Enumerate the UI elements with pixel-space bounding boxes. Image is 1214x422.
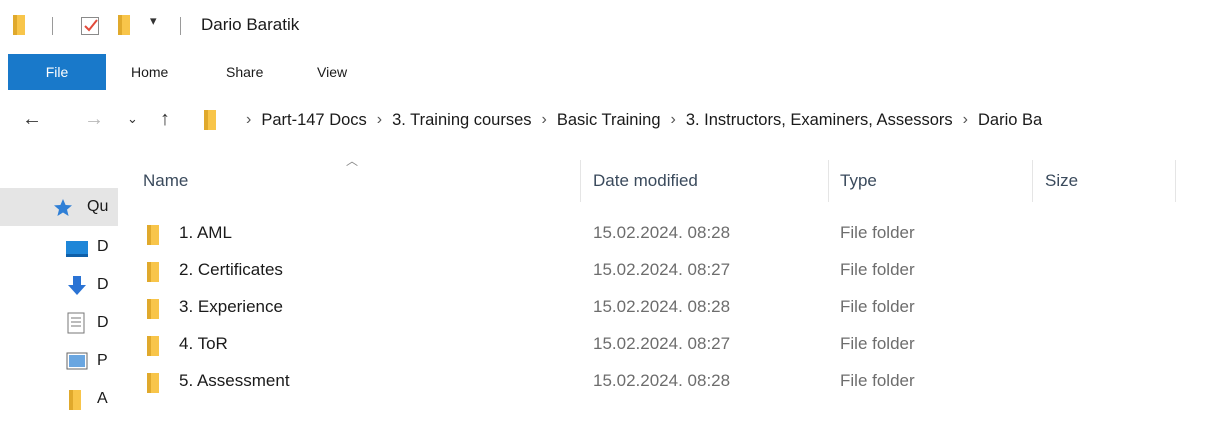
breadcrumb-instructors[interactable]: 3. Instructors, Examiners, Assessors <box>686 111 953 130</box>
breadcrumb-chevron-icon[interactable]: › <box>542 111 547 129</box>
folder-icon <box>147 299 159 319</box>
nav-item-pictures[interactable]: P <box>0 342 118 380</box>
file-name[interactable]: 2. Certificates <box>179 260 283 280</box>
nav-item-label: D <box>97 314 109 331</box>
forward-button[interactable]: → <box>84 108 104 131</box>
column-header-size[interactable]: Size <box>1045 160 1078 202</box>
nav-item-label: A <box>97 390 108 407</box>
star-icon <box>54 199 72 216</box>
title-bar: ▾ Dario Baratik <box>0 0 1214 52</box>
file-date: 15.02.2024. 08:27 <box>593 260 731 279</box>
nav-item-label: D <box>97 276 109 293</box>
column-divider[interactable] <box>1032 160 1033 202</box>
column-divider[interactable] <box>1175 160 1176 202</box>
file-row[interactable]: 1. AML 15.02.2024. 08:28 File folder <box>118 216 1214 253</box>
file-row[interactable]: 5. Assessment 15.02.2024. 08:28 File fol… <box>118 364 1214 401</box>
breadcrumb-chevron-icon[interactable]: › <box>963 111 968 129</box>
tab-file[interactable]: File <box>8 54 106 90</box>
separator <box>180 17 181 35</box>
file-type: File folder <box>840 260 915 279</box>
folder-icon <box>147 225 159 245</box>
column-divider[interactable] <box>580 160 581 202</box>
folder-icon <box>147 373 159 393</box>
file-name[interactable]: 1. AML <box>179 223 232 243</box>
folder-icon <box>147 336 159 356</box>
folder-icon <box>204 110 216 130</box>
file-date: 15.02.2024. 08:28 <box>593 371 731 390</box>
file-row[interactable]: 3. Experience 15.02.2024. 08:28 File fol… <box>118 290 1214 327</box>
up-button[interactable]: ↑ <box>160 108 170 131</box>
nav-item-quick-access[interactable]: Qu <box>0 188 118 226</box>
file-row[interactable]: 2. Certificates 15.02.2024. 08:27 File f… <box>118 253 1214 290</box>
customize-toolbar-dropdown-icon[interactable]: ▾ <box>150 13 157 29</box>
nav-item-label: Qu <box>87 198 109 215</box>
ribbon-tabs: File Home Share View <box>0 54 1214 90</box>
file-type: File folder <box>840 334 915 353</box>
new-folder-icon[interactable] <box>117 14 133 36</box>
file-date: 15.02.2024. 08:28 <box>593 297 731 316</box>
folder-icon <box>13 15 25 35</box>
breadcrumb-dario-baratik[interactable]: Dario Ba <box>978 111 1042 130</box>
file-name[interactable]: 4. ToR <box>179 334 228 354</box>
navigation-bar: ← → ⌄ ↑ › Part-147 Docs › 3. Training co… <box>0 100 1214 140</box>
file-type: File folder <box>840 371 915 390</box>
file-date: 15.02.2024. 08:27 <box>593 334 731 353</box>
properties-checkbox-icon[interactable] <box>80 14 102 36</box>
column-header-date-modified[interactable]: Date modified <box>593 160 698 202</box>
document-icon <box>67 312 85 334</box>
nav-item-downloads[interactable]: D <box>0 266 118 304</box>
download-icon <box>68 276 86 295</box>
nav-item-folder[interactable]: A <box>0 380 118 418</box>
breadcrumb-chevron-icon[interactable]: › <box>671 111 676 129</box>
file-type: File folder <box>840 297 915 316</box>
column-header-name[interactable]: Name <box>143 160 188 202</box>
breadcrumb-part-147-docs[interactable]: Part-147 Docs <box>261 111 366 130</box>
desktop-icon <box>66 241 88 257</box>
breadcrumb-basic-training[interactable]: Basic Training <box>557 111 661 130</box>
nav-item-desktop[interactable]: D <box>0 228 118 266</box>
window-title: Dario Baratik <box>201 15 300 34</box>
nav-item-documents[interactable]: D <box>0 304 118 342</box>
address-bar[interactable]: › Part-147 Docs › 3. Training courses › … <box>190 102 1214 138</box>
file-row[interactable]: 4. ToR 15.02.2024. 08:27 File folder <box>118 327 1214 364</box>
nav-item-label: P <box>97 352 108 369</box>
nav-item-label: D <box>97 238 109 255</box>
picture-icon <box>66 352 88 370</box>
column-divider[interactable] <box>828 160 829 202</box>
tab-share[interactable]: Share <box>226 54 263 90</box>
folder-icon <box>69 390 81 410</box>
folder-icon <box>147 262 159 282</box>
separator <box>52 17 53 35</box>
column-header-type[interactable]: Type <box>840 160 877 202</box>
breadcrumb-chevron-icon[interactable]: › <box>377 111 382 129</box>
file-type: File folder <box>840 223 915 242</box>
file-name[interactable]: 5. Assessment <box>179 371 290 391</box>
breadcrumb-training-courses[interactable]: 3. Training courses <box>392 111 531 130</box>
column-headers: Name Date modified Type Size <box>118 160 1214 202</box>
navigation-pane: Qu D D D P A <box>0 150 118 422</box>
file-date: 15.02.2024. 08:28 <box>593 223 731 242</box>
breadcrumb-chevron-icon[interactable]: › <box>246 111 251 129</box>
recent-locations-chevron-icon[interactable]: ⌄ <box>127 111 138 127</box>
tab-view[interactable]: View <box>317 54 347 90</box>
tab-home[interactable]: Home <box>131 54 168 90</box>
back-button[interactable]: ← <box>22 108 42 131</box>
file-name[interactable]: 3. Experience <box>179 297 283 317</box>
